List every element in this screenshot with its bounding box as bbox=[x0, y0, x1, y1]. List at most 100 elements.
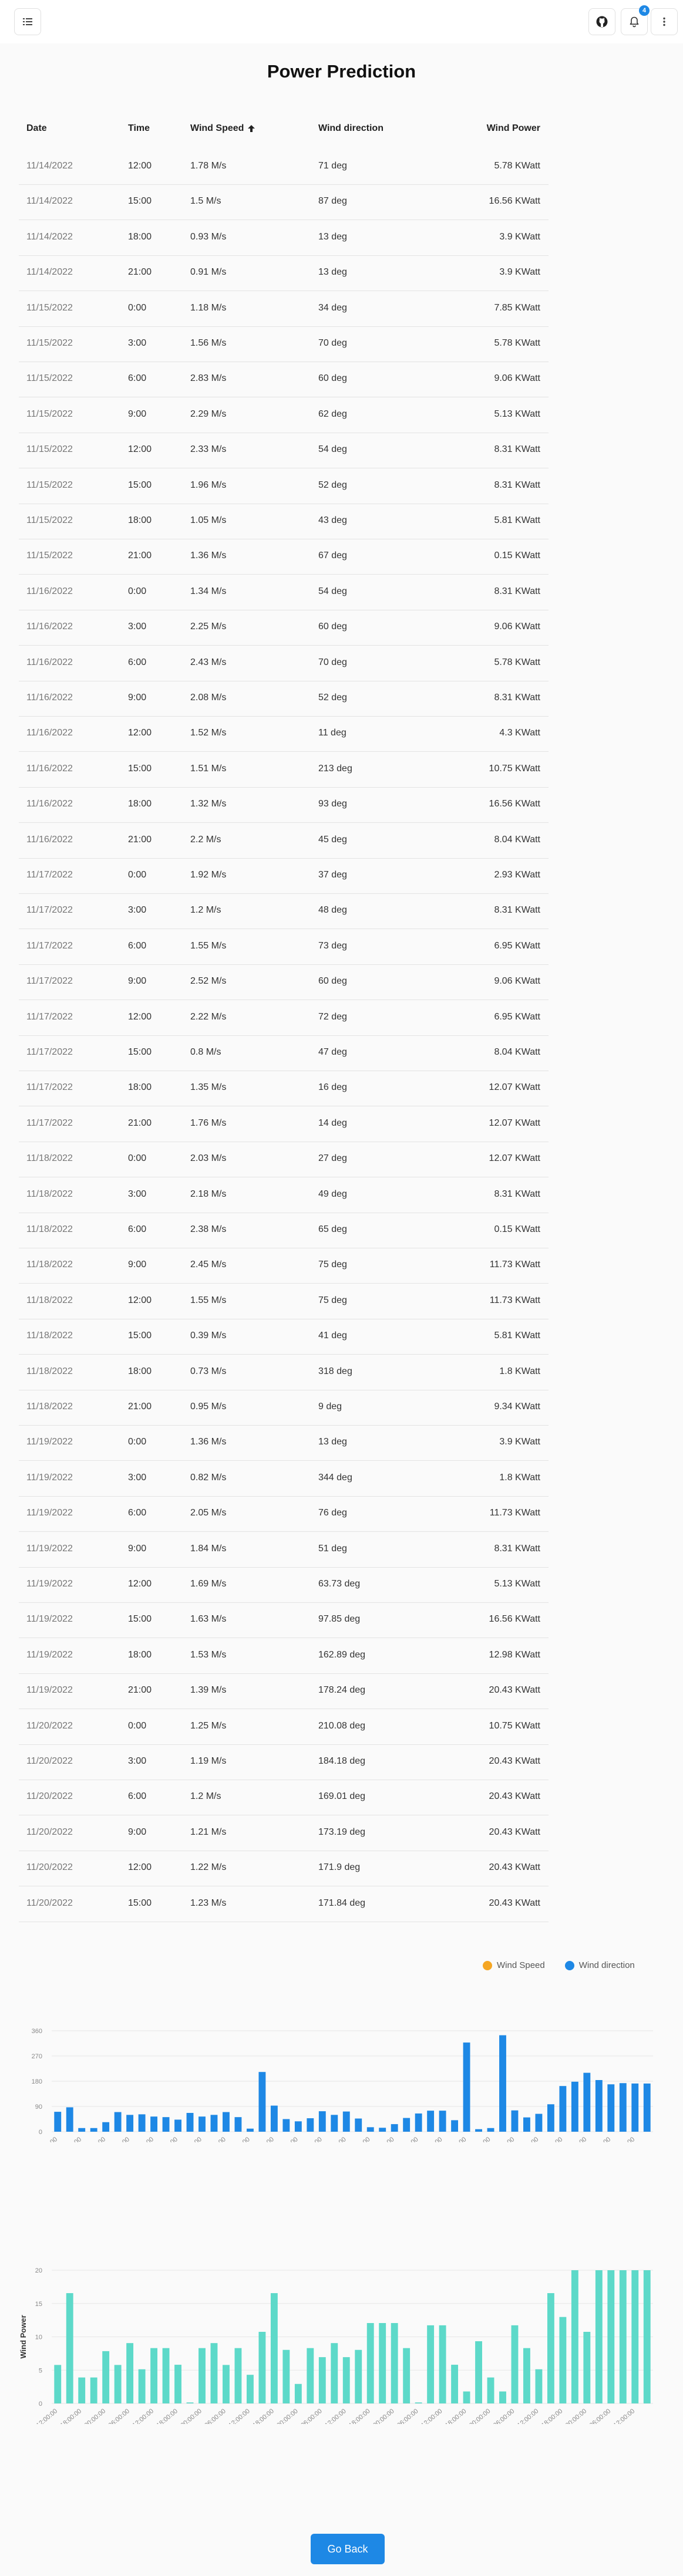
bar[interactable] bbox=[210, 2343, 218, 2403]
bar[interactable] bbox=[90, 2128, 97, 2132]
bar[interactable] bbox=[451, 2365, 459, 2403]
bar[interactable] bbox=[234, 2117, 242, 2132]
bar[interactable] bbox=[355, 2118, 362, 2132]
bar[interactable] bbox=[174, 2119, 181, 2132]
column-header-wind-speed[interactable]: Wind Speed bbox=[190, 123, 256, 134]
bar[interactable] bbox=[210, 2115, 218, 2132]
bar[interactable] bbox=[523, 2117, 530, 2132]
bar[interactable] bbox=[607, 2084, 615, 2132]
bar[interactable] bbox=[366, 2323, 374, 2403]
github-button[interactable] bbox=[588, 8, 615, 35]
bar[interactable] bbox=[54, 2112, 62, 2132]
bar[interactable] bbox=[427, 2325, 435, 2403]
bar[interactable] bbox=[559, 2086, 567, 2132]
bar[interactable] bbox=[403, 2348, 411, 2403]
bar[interactable] bbox=[499, 2035, 506, 2132]
bar[interactable] bbox=[78, 2377, 86, 2403]
bar[interactable] bbox=[463, 2042, 470, 2132]
bar[interactable] bbox=[270, 2105, 278, 2132]
bar[interactable] bbox=[439, 2325, 446, 2403]
bar[interactable] bbox=[583, 2331, 591, 2403]
bar[interactable] bbox=[138, 2369, 146, 2403]
bar[interactable] bbox=[150, 2348, 158, 2403]
bar[interactable] bbox=[66, 2293, 73, 2403]
bar[interactable] bbox=[391, 2323, 398, 2403]
bar[interactable] bbox=[342, 2111, 350, 2132]
bar[interactable] bbox=[415, 2113, 422, 2132]
bar[interactable] bbox=[415, 2402, 422, 2403]
column-header-wind-power[interactable]: Wind Power bbox=[487, 123, 540, 134]
bar[interactable] bbox=[138, 2114, 146, 2132]
bar[interactable] bbox=[619, 2083, 627, 2132]
legend-wind-speed-label[interactable]: Wind Speed bbox=[497, 1960, 545, 1970]
bar[interactable] bbox=[499, 2391, 506, 2403]
column-header-date[interactable]: Date bbox=[26, 123, 47, 134]
bar[interactable] bbox=[54, 2365, 62, 2403]
bar[interactable] bbox=[535, 2114, 543, 2132]
bar[interactable] bbox=[246, 2375, 254, 2403]
more-options-button[interactable] bbox=[651, 8, 678, 35]
bar[interactable] bbox=[511, 2325, 519, 2403]
bar[interactable] bbox=[282, 2119, 290, 2132]
bar[interactable] bbox=[150, 2116, 158, 2132]
bar[interactable] bbox=[583, 2072, 591, 2132]
bar[interactable] bbox=[475, 2129, 482, 2132]
bar[interactable] bbox=[162, 2348, 170, 2403]
bar[interactable] bbox=[102, 2122, 110, 2132]
bar[interactable] bbox=[487, 2377, 494, 2403]
notifications-button[interactable]: 4 bbox=[621, 5, 650, 35]
bar[interactable] bbox=[571, 2270, 578, 2403]
bar[interactable] bbox=[487, 2128, 494, 2132]
bar[interactable] bbox=[198, 2348, 206, 2403]
bar[interactable] bbox=[318, 2357, 326, 2403]
bar[interactable] bbox=[186, 2402, 194, 2403]
bar[interactable] bbox=[90, 2377, 97, 2403]
bar[interactable] bbox=[174, 2365, 181, 2403]
bar[interactable] bbox=[318, 2111, 326, 2132]
bar[interactable] bbox=[559, 2317, 567, 2403]
bar[interactable] bbox=[523, 2348, 530, 2403]
bar[interactable] bbox=[595, 2270, 603, 2403]
bar[interactable] bbox=[282, 2349, 290, 2403]
column-header-wind-direction[interactable]: Wind direction bbox=[318, 123, 383, 134]
bar[interactable] bbox=[463, 2391, 470, 2403]
bar[interactable] bbox=[114, 2365, 122, 2403]
bar[interactable] bbox=[258, 2331, 266, 2403]
bar[interactable] bbox=[114, 2112, 122, 2132]
bar[interactable] bbox=[307, 2348, 314, 2403]
bar[interactable] bbox=[511, 2110, 519, 2132]
bar[interactable] bbox=[223, 2365, 230, 2403]
bar[interactable] bbox=[391, 2124, 398, 2132]
bar[interactable] bbox=[162, 2117, 170, 2132]
bar[interactable] bbox=[403, 2118, 411, 2132]
bar[interactable] bbox=[631, 2270, 639, 2403]
bar[interactable] bbox=[595, 2080, 603, 2132]
bar[interactable] bbox=[270, 2293, 278, 2403]
bar[interactable] bbox=[198, 2116, 206, 2132]
go-back-button[interactable]: Go Back bbox=[311, 2534, 385, 2564]
bar[interactable] bbox=[366, 2127, 374, 2132]
bar[interactable] bbox=[379, 2128, 386, 2132]
bar[interactable] bbox=[547, 2104, 554, 2132]
bar[interactable] bbox=[571, 2081, 578, 2132]
bar[interactable] bbox=[223, 2112, 230, 2132]
bar[interactable] bbox=[294, 2121, 302, 2132]
bar[interactable] bbox=[126, 2343, 134, 2403]
bar[interactable] bbox=[451, 2120, 459, 2132]
bar[interactable] bbox=[379, 2323, 386, 2403]
menu-button[interactable] bbox=[14, 8, 41, 35]
legend-wind-direction-label[interactable]: Wind direction bbox=[579, 1960, 635, 1970]
bar[interactable] bbox=[294, 2383, 302, 2403]
bar[interactable] bbox=[258, 2072, 266, 2132]
bar[interactable] bbox=[78, 2128, 86, 2132]
bar[interactable] bbox=[126, 2115, 134, 2132]
bar[interactable] bbox=[355, 2349, 362, 2403]
bar[interactable] bbox=[246, 2128, 254, 2132]
bar[interactable] bbox=[619, 2270, 627, 2403]
bar[interactable] bbox=[342, 2357, 350, 2403]
bar[interactable] bbox=[631, 2083, 639, 2132]
bar[interactable] bbox=[427, 2111, 435, 2132]
bar[interactable] bbox=[234, 2348, 242, 2403]
bar[interactable] bbox=[102, 2351, 110, 2403]
bar[interactable] bbox=[535, 2369, 543, 2403]
